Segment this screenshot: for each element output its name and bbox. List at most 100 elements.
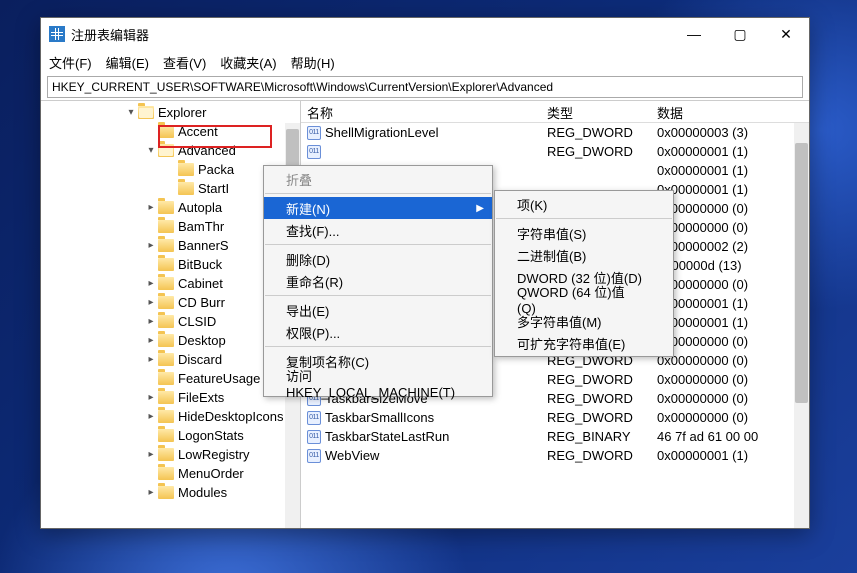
value-data: 0x00000000 (0)	[651, 372, 809, 387]
tree-item[interactable]: ▸Modules	[41, 483, 300, 502]
ctx-new-qword[interactable]: QWORD (64 位)值(Q)	[495, 288, 673, 310]
tree-item[interactable]: FeatureUsage	[41, 369, 300, 388]
tree-expander-icon[interactable]	[165, 183, 177, 195]
tree-expander-icon[interactable]: ▸	[145, 278, 157, 290]
tree-item[interactable]: BitBuck	[41, 255, 300, 274]
tree-item[interactable]: ▸ FileExts	[41, 388, 300, 407]
menu-help[interactable]: 帮助(H)	[291, 53, 335, 72]
tree-expander-icon[interactable]: ▸	[145, 335, 157, 347]
tree-label: Explorer	[158, 105, 206, 120]
address-bar[interactable]: HKEY_CURRENT_USER\SOFTWARE\Microsoft\Win…	[47, 76, 803, 98]
tree-expander-icon[interactable]: ▸	[145, 392, 157, 404]
folder-icon	[158, 429, 174, 442]
tree-expander-icon[interactable]: ▸	[145, 354, 157, 366]
tree-expander-icon[interactable]: ▾	[145, 145, 157, 157]
tree-expander-icon[interactable]	[145, 373, 157, 385]
minimize-button[interactable]: —	[671, 19, 717, 49]
tree-expander-icon[interactable]: ▸	[145, 240, 157, 252]
tree-expander-icon[interactable]	[145, 259, 157, 271]
ctx-permissions[interactable]: 权限(P)...	[264, 321, 492, 343]
ctx-rename[interactable]: 重命名(R)	[264, 270, 492, 292]
folder-icon	[158, 372, 174, 385]
list-row[interactable]: WebViewREG_DWORD0x00000001 (1)	[301, 446, 809, 465]
value-data: 0x00000002 (2)	[651, 239, 809, 254]
tree-item[interactable]: ▾Advanced	[41, 141, 300, 160]
tree-item[interactable]: BamThr	[41, 217, 300, 236]
tree-item[interactable]: Accent	[41, 122, 300, 141]
folder-icon	[158, 315, 174, 328]
tree-expander-icon[interactable]	[145, 430, 157, 442]
value-type: REG_DWORD	[541, 410, 651, 425]
value-data: 0x00000000 (0)	[651, 220, 809, 235]
list-row[interactable]: REG_DWORD0x00000001 (1)	[301, 142, 809, 161]
tree-expander-icon[interactable]: ▸	[145, 316, 157, 328]
menu-favorites[interactable]: 收藏夹(A)	[220, 53, 276, 72]
col-header-data[interactable]: 数据	[651, 101, 809, 122]
menu-file[interactable]: 文件(F)	[49, 53, 92, 72]
tree-item[interactable]: ▸ Desktop	[41, 331, 300, 350]
ctx-delete[interactable]: 删除(D)	[264, 248, 492, 270]
list-row[interactable]: TaskbarStateLastRunREG_BINARY46 7f ad 61…	[301, 427, 809, 446]
tree-item[interactable]: ▾ Explorer	[41, 103, 300, 122]
tree-item[interactable]: StartI	[41, 179, 300, 198]
folder-icon	[158, 277, 174, 290]
tree-item[interactable]: LogonStats	[41, 426, 300, 445]
titlebar[interactable]: 注册表编辑器 — ▢ ✕	[41, 18, 809, 50]
tree-item[interactable]: Packa	[41, 160, 300, 179]
tree-item[interactable]: ▸BannerS	[41, 236, 300, 255]
tree-item[interactable]: ▸ HideDesktopIcons	[41, 407, 300, 426]
tree-pane[interactable]: ▾ Explorer Accent▾AdvancedPackaStartI▸Auto…	[41, 101, 301, 528]
tree-expander-icon[interactable]: ▸	[145, 411, 157, 423]
ctx-find[interactable]: 查找(F)...	[264, 219, 492, 241]
ctx-new-multistring[interactable]: 多字符串值(M)	[495, 310, 673, 332]
tree-item[interactable]: ▸Discard	[41, 350, 300, 369]
ctx-new-expandstring[interactable]: 可扩充字符串值(E)	[495, 332, 673, 354]
maximize-button[interactable]: ▢	[717, 19, 763, 49]
list-row[interactable]: ShellMigrationLevelREG_DWORD0x00000003 (…	[301, 123, 809, 142]
menu-view[interactable]: 查看(V)	[163, 53, 206, 72]
ctx-goto-hklm[interactable]: 访问 HKEY_LOCAL_MACHINE(T)	[264, 372, 492, 394]
value-icon	[307, 449, 321, 463]
close-button[interactable]: ✕	[763, 19, 809, 49]
tree-expander-icon[interactable]	[145, 468, 157, 480]
col-header-type[interactable]: 类型	[541, 101, 651, 122]
tree-expander-icon[interactable]	[145, 126, 157, 138]
ctx-export[interactable]: 导出(E)	[264, 299, 492, 321]
window-controls: — ▢ ✕	[671, 19, 809, 49]
value-data: 0x00000001 (1)	[651, 163, 809, 178]
tree-label: Desktop	[178, 333, 226, 348]
ctx-new-string[interactable]: 字符串值(S)	[495, 222, 673, 244]
folder-icon	[158, 201, 174, 214]
ctx-new-key[interactable]: 项(K)	[495, 193, 673, 215]
tree-expander-icon[interactable]: ▾	[125, 107, 137, 119]
list-scroll-thumb[interactable]	[795, 143, 808, 403]
tree-expander-icon[interactable]: ▸	[145, 487, 157, 499]
list-scrollbar[interactable]	[794, 123, 809, 528]
value-data: 0x00000000 (0)	[651, 334, 809, 349]
tree-expander-icon[interactable]	[145, 221, 157, 233]
tree-item[interactable]: ▸CD Burr	[41, 293, 300, 312]
tree-item[interactable]: MenuOrder	[41, 464, 300, 483]
ctx-collapse[interactable]: 折叠	[264, 168, 492, 190]
tree-expander-icon[interactable]: ▸	[145, 297, 157, 309]
folder-icon	[158, 296, 174, 309]
tree-label: FileExts	[178, 390, 224, 405]
value-name: TaskbarSmallIcons	[325, 410, 434, 425]
menu-edit[interactable]: 编辑(E)	[106, 53, 149, 72]
col-header-name[interactable]: 名称	[301, 101, 541, 122]
tree-expander-icon[interactable]: ▸	[145, 202, 157, 214]
tree-expander-icon[interactable]	[165, 164, 177, 176]
tree-item[interactable]: ▸Cabinet	[41, 274, 300, 293]
value-icon	[307, 430, 321, 444]
ctx-new-binary[interactable]: 二进制值(B)	[495, 244, 673, 266]
tree-item[interactable]: ▸LowRegistry	[41, 445, 300, 464]
value-type: REG_DWORD	[541, 448, 651, 463]
ctx-new[interactable]: 新建(N)▶	[264, 197, 492, 219]
tree-expander-icon[interactable]: ▸	[145, 449, 157, 461]
tree-item[interactable]: ▸CLSID	[41, 312, 300, 331]
tree-item[interactable]: ▸Autopla	[41, 198, 300, 217]
tree-label: BamThr	[178, 219, 224, 234]
tree-label: HideDesktopIcons	[178, 409, 284, 424]
list-row[interactable]: TaskbarSmallIconsREG_DWORD0x00000000 (0)	[301, 408, 809, 427]
value-type: REG_DWORD	[541, 125, 651, 140]
